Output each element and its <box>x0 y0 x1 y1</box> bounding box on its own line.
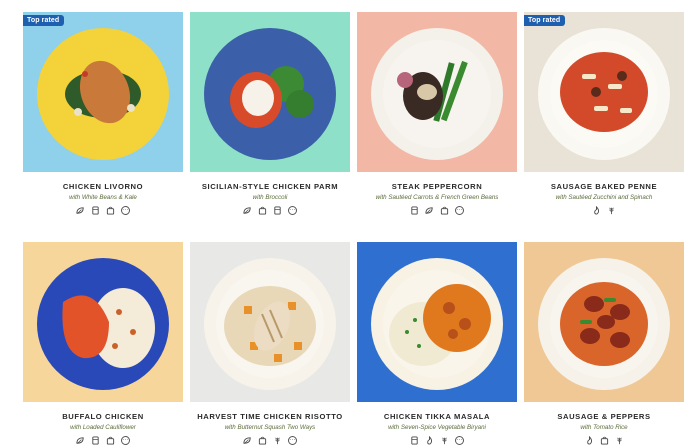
bag-icon <box>258 436 267 445</box>
more-options-icon[interactable]: ··· <box>455 436 464 445</box>
meal-image <box>190 242 350 402</box>
fridge-icon <box>410 206 419 215</box>
fridge-icon <box>410 436 419 445</box>
meal-card[interactable]: SICILIAN-STYLE CHICKEN PARM with Broccol… <box>190 12 350 215</box>
meal-photo[interactable] <box>190 242 350 402</box>
meal-attribute-icons: ··· <box>23 436 183 445</box>
meal-side: with Tomato Rice <box>580 424 628 431</box>
leaf-icon <box>243 436 252 445</box>
meal-image <box>190 12 350 172</box>
meal-image <box>524 12 684 172</box>
flame-icon <box>425 436 434 445</box>
meal-photo[interactable] <box>357 242 517 402</box>
meal-image <box>357 12 517 172</box>
bag-icon <box>258 206 267 215</box>
leaf-icon <box>76 206 85 215</box>
more-options-icon[interactable]: ··· <box>288 206 297 215</box>
fridge-icon <box>91 436 100 445</box>
meal-photo[interactable] <box>190 12 350 172</box>
meal-attribute-icons: ··· <box>357 436 517 445</box>
leaf-icon <box>76 436 85 445</box>
bag-icon <box>600 436 609 445</box>
meal-attribute-icons: ··· <box>357 206 517 215</box>
meal-image <box>357 242 517 402</box>
meal-photo[interactable]: Top rated <box>23 12 183 172</box>
more-options-icon[interactable]: ··· <box>121 436 130 445</box>
meal-name[interactable]: BUFFALO CHICKEN <box>23 412 183 421</box>
meal-name[interactable]: STEAK PEPPERCORN <box>357 182 517 191</box>
meal-side: with Sautéed Carrots & French Green Bean… <box>375 194 499 201</box>
bag-icon <box>106 206 115 215</box>
meal-card[interactable]: SAUSAGE & PEPPERS with Tomato Rice <box>524 242 684 445</box>
meal-side: with Broccoli <box>252 194 288 201</box>
meal-card[interactable]: BUFFALO CHICKEN with Loaded Cauliflower … <box>23 242 183 445</box>
wheat-icon <box>607 206 616 215</box>
meal-image <box>23 12 183 172</box>
meal-attribute-icons <box>524 436 684 445</box>
meal-side: with Seven-Spice Vegetable Biryani <box>388 424 486 431</box>
meal-side: with Loaded Cauliflower <box>70 424 136 431</box>
bag-icon <box>440 206 449 215</box>
more-options-icon[interactable]: ··· <box>288 436 297 445</box>
wheat-icon <box>440 436 449 445</box>
meal-name[interactable]: CHICKEN LIVORNO <box>23 182 183 191</box>
meal-attribute-icons <box>524 206 684 215</box>
meal-name[interactable]: CHICKEN TIKKA MASALA <box>357 412 517 421</box>
flame-icon <box>592 206 601 215</box>
meal-grid: Top rated CHICKEN LIVORNO with White Bea… <box>0 0 700 448</box>
meal-attribute-icons: ··· <box>190 436 350 445</box>
meal-card[interactable]: HARVEST TIME CHICKEN RISOTTO with Butter… <box>190 242 350 445</box>
meal-photo[interactable] <box>23 242 183 402</box>
fridge-icon <box>91 206 100 215</box>
more-options-icon[interactable]: ··· <box>121 206 130 215</box>
meal-photo[interactable]: Top rated <box>524 12 684 172</box>
meal-photo[interactable] <box>357 12 517 172</box>
meal-side: with White Beans & Kale <box>69 194 137 201</box>
meal-card[interactable]: STEAK PEPPERCORN with Sautéed Carrots & … <box>357 12 517 215</box>
meal-attribute-icons: ··· <box>23 206 183 215</box>
meal-card[interactable]: Top rated SAUSAGE BAKED PENNE with Sauté… <box>524 12 684 215</box>
meal-name[interactable]: SICILIAN-STYLE CHICKEN PARM <box>190 182 350 191</box>
meal-name[interactable]: HARVEST TIME CHICKEN RISOTTO <box>190 412 350 421</box>
meal-image <box>524 242 684 402</box>
leaf-icon <box>243 206 252 215</box>
more-options-icon[interactable]: ··· <box>455 206 464 215</box>
meal-card[interactable]: CHICKEN TIKKA MASALA with Seven-Spice Ve… <box>357 242 517 445</box>
wheat-icon <box>273 436 282 445</box>
meal-name[interactable]: SAUSAGE & PEPPERS <box>524 412 684 421</box>
meal-side: with Butternut Squash Two Ways <box>224 424 316 431</box>
meal-card[interactable]: Top rated CHICKEN LIVORNO with White Bea… <box>23 12 183 215</box>
top-rated-badge: Top rated <box>23 15 65 26</box>
meal-photo[interactable] <box>524 242 684 402</box>
meal-attribute-icons: ··· <box>190 206 350 215</box>
top-rated-badge: Top rated <box>524 15 566 26</box>
fridge-icon <box>273 206 282 215</box>
bag-icon <box>106 436 115 445</box>
wheat-icon <box>615 436 624 445</box>
leaf-icon <box>425 206 434 215</box>
flame-icon <box>585 436 594 445</box>
meal-name[interactable]: SAUSAGE BAKED PENNE <box>524 182 684 191</box>
meal-side: with Sautéed Zucchini and Spinach <box>555 194 653 201</box>
meal-image <box>23 242 183 402</box>
